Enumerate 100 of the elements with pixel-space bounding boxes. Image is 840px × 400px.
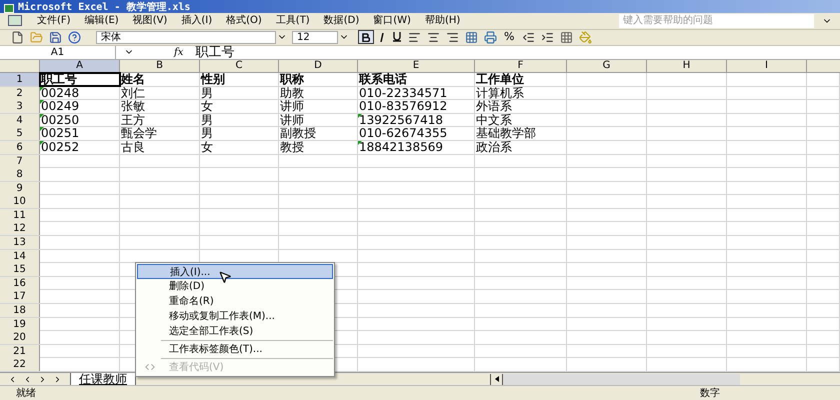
table-cell: 甄会学 — [120, 127, 200, 140]
table-cell: 讲师 — [279, 114, 358, 127]
row-header[interactable]: 20 — [0, 331, 40, 344]
table-cell: 00252 — [40, 140, 120, 154]
menu-item[interactable]: 移动或复制工作表(M)... — [137, 309, 333, 324]
table-cell: 姓名 — [120, 72, 200, 86]
row-header[interactable]: 9 — [0, 182, 40, 195]
bold-icon[interactable] — [358, 30, 374, 44]
table-cell: 男 — [200, 114, 279, 127]
table-cell: 工作单位 — [475, 72, 567, 86]
table-cell: 010-83576912 — [358, 100, 475, 114]
previous-sheet-icon[interactable] — [23, 374, 32, 384]
menu-item[interactable]: 窗口(W) — [366, 14, 418, 28]
column-header[interactable]: G — [567, 60, 647, 72]
excel-icon — [4, 4, 14, 13]
menu-item[interactable]: 数据(D) — [316, 14, 366, 28]
row-header[interactable]: 12 — [0, 222, 40, 236]
table-cell: 中文系 — [475, 114, 567, 127]
row-header[interactable]: 13 — [0, 236, 40, 250]
table-cell: 刘仁 — [120, 86, 200, 100]
font-size-field[interactable]: 12 — [292, 30, 338, 44]
row-header[interactable]: 19 — [0, 318, 40, 331]
underline-icon[interactable] — [390, 30, 404, 44]
table-cell: 00251 — [40, 127, 120, 140]
table-cell: 00250 — [40, 114, 120, 127]
column-header[interactable]: E — [358, 60, 475, 72]
column-header[interactable]: A — [40, 60, 120, 72]
row-header[interactable]: 15 — [0, 263, 40, 276]
row-header[interactable]: 7 — [0, 154, 40, 168]
table-cell: 副教授 — [279, 127, 358, 140]
sheet-tab[interactable]: 任课教师 — [70, 373, 136, 385]
row-header[interactable]: 11 — [0, 208, 40, 222]
window-title: Microsoft Excel - 教学管理.xls — [18, 2, 190, 13]
menu-item[interactable]: 工作表标签颜色(T)... — [137, 342, 333, 357]
function-label[interactable]: fx — [174, 44, 184, 60]
row-header[interactable]: 22 — [0, 358, 40, 372]
row-header[interactable]: 2 — [0, 86, 40, 100]
table-cell: 18842138569 — [358, 140, 475, 154]
help-search-field[interactable]: 键入需要帮助的问题 — [619, 14, 814, 28]
table-cell: 010-22334571 — [358, 86, 475, 100]
row-header[interactable]: 17 — [0, 290, 40, 304]
menu-item[interactable]: 选定全部工作表(S) — [137, 324, 333, 339]
row-header[interactable]: 4 — [0, 114, 40, 127]
formula-field[interactable]: 职工号 — [195, 46, 234, 59]
table-cell: 基础教学部 — [475, 127, 567, 140]
table-cell: 助教 — [279, 86, 358, 100]
row-header[interactable]: 18 — [0, 304, 40, 318]
column-header[interactable]: I — [727, 60, 807, 72]
table-cell: 职称 — [279, 72, 358, 86]
table-cell: 男 — [200, 86, 279, 100]
table-cell: 性别 — [200, 72, 279, 86]
menu-item[interactable]: 帮助(H) — [418, 14, 468, 28]
row-header[interactable]: 8 — [0, 168, 40, 182]
menu-item[interactable]: 工具(T) — [268, 14, 317, 28]
table-cell: 古良 — [120, 140, 200, 154]
table-cell: 计算机系 — [475, 86, 567, 100]
first-sheet-icon[interactable] — [8, 374, 17, 384]
table-cell: 联系电话 — [358, 72, 475, 86]
column-header[interactable]: B — [120, 60, 200, 72]
status-text: 就绪 — [16, 386, 36, 400]
menu-item[interactable]: 编辑(E) — [78, 14, 126, 28]
row-header[interactable]: 10 — [0, 195, 40, 208]
table-cell: 教授 — [279, 140, 358, 154]
row-header[interactable]: 3 — [0, 100, 40, 114]
row-header[interactable]: 5 — [0, 127, 40, 140]
scroll-left-icon[interactable] — [491, 374, 503, 384]
table-cell: 外语系 — [475, 100, 567, 114]
column-header[interactable]: D — [279, 60, 358, 72]
row-header[interactable]: 14 — [0, 250, 40, 263]
table-cell: 男 — [200, 127, 279, 140]
name-box[interactable]: A1 — [0, 46, 116, 59]
menu-item[interactable]: 视图(V) — [126, 14, 174, 28]
percent-button[interactable]: % — [500, 29, 518, 46]
sheet-icon[interactable] — [8, 15, 22, 26]
table-cell: 讲师 — [279, 100, 358, 114]
next-sheet-icon[interactable] — [38, 374, 47, 384]
table-cell: 010-62674355 — [358, 127, 475, 140]
row-header[interactable]: 6 — [0, 140, 40, 154]
column-header[interactable]: H — [647, 60, 727, 72]
font-field[interactable]: 宋体 — [96, 30, 276, 44]
menu-item[interactable]: 删除(D) — [137, 279, 333, 294]
last-sheet-icon[interactable] — [53, 374, 62, 384]
row-header[interactable]: 21 — [0, 344, 40, 358]
column-header[interactable]: F — [475, 60, 567, 72]
table-cell: 女 — [200, 100, 279, 114]
table-cell: 女 — [200, 140, 279, 154]
mouse-cursor-icon — [218, 270, 232, 284]
menu-item[interactable]: 插入(I)... — [137, 264, 333, 279]
status-text: 数字 — [700, 386, 720, 400]
horizontal-scrollbar[interactable] — [490, 374, 740, 384]
menu-item[interactable]: 重命名(R) — [137, 294, 333, 309]
row-header[interactable]: 16 — [0, 276, 40, 290]
menu-item[interactable]: 插入(I) — [174, 14, 220, 28]
row-header[interactable]: 1 — [0, 72, 40, 86]
table-cell: 00248 — [40, 86, 120, 100]
menu-item[interactable]: 格式(O) — [219, 14, 269, 28]
table-cell: 00249 — [40, 100, 120, 114]
menu-item[interactable]: 文件(F) — [30, 14, 78, 28]
table-cell: 王方 — [120, 114, 200, 127]
column-header[interactable]: C — [200, 60, 279, 72]
